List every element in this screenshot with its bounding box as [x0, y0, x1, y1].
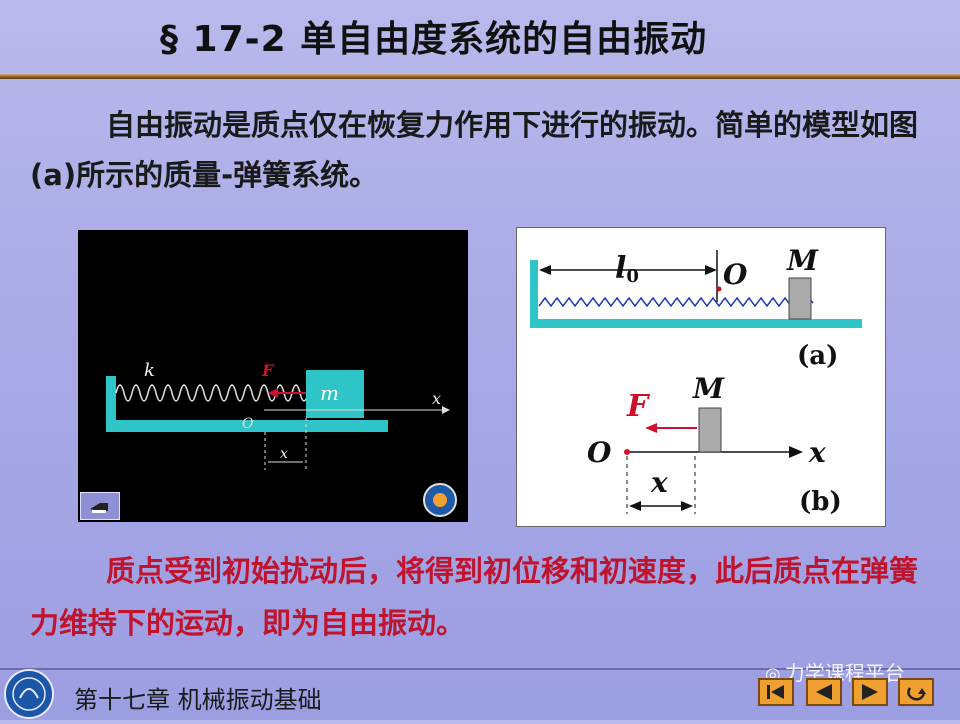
diagram-panel: l0 O M (a) F M O x x (b) [516, 227, 886, 527]
spring-animation-figure: k F m x O x [106, 360, 457, 517]
anim-label-m: m [320, 381, 339, 405]
diagram-a-label-M: M [786, 244, 819, 277]
diagram-b-label-O: O [587, 436, 612, 469]
intro-text: 自由振动是质点仅在恢复力作用下进行的振动。简单的模型如图(a)所示的质量-弹簧系… [30, 108, 919, 192]
previous-button[interactable] [806, 678, 842, 706]
first-page-icon [767, 685, 784, 699]
diagram-b-caption: (b) [799, 487, 842, 517]
chapter-label: 第十七章 机械振动基础 [74, 686, 322, 714]
next-button[interactable] [852, 678, 888, 706]
diagram-a-l0-arrow-left [539, 265, 551, 275]
diagram-b-label-x-disp: x [650, 466, 668, 499]
anim-label-x-disp: x [280, 446, 288, 462]
anim-label-x-axis: x [432, 389, 441, 408]
diagram-b-label-x-axis: x [808, 436, 826, 469]
diagram-a-O-point [716, 286, 722, 292]
anim-label-F: F [261, 361, 275, 380]
diagram-b-disp-arrow-right [681, 501, 693, 511]
play-icon[interactable] [80, 492, 120, 520]
diagram-b-label-F: F [626, 389, 651, 424]
diagram-a-mass [788, 277, 812, 320]
diagram-a-label-O: O [723, 258, 748, 291]
anim-x-arrowhead [442, 406, 450, 414]
diagram-a-base [530, 319, 862, 328]
intro-paragraph: 自由振动是质点仅在恢复力作用下进行的振动。简单的模型如图(a)所示的质量-弹簧系… [30, 100, 940, 200]
diagram-b-x-arrowhead [789, 446, 803, 458]
anim-label-O: O [242, 416, 254, 432]
first-page-button[interactable] [758, 678, 794, 706]
next-icon [862, 684, 878, 700]
diagram-b-disp-arrow-left [629, 501, 641, 511]
return-button[interactable] [898, 678, 934, 706]
diagram-b-O-point [624, 449, 630, 455]
diagram-b-force-arrowhead [645, 423, 657, 433]
explanation-text: 质点受到初始扰动后，将得到初位移和初速度，此后质点在弹簧力维持下的运动，即为自由… [30, 554, 919, 640]
diagram-a-caption: (a) [797, 341, 838, 371]
university-logo-icon [2, 668, 56, 720]
previous-icon [816, 684, 832, 700]
diagram-b-mass [698, 407, 722, 453]
explanation-paragraph: 质点受到初始扰动后，将得到初位移和初速度，此后质点在弹簧力维持下的运动，即为自由… [30, 545, 940, 649]
diagram-b-label-M: M [692, 372, 725, 405]
spring-animation-panel[interactable]: k F m x O x [78, 230, 468, 522]
diagram-a-spring [538, 296, 814, 308]
page-title: § 17-2 单自由度系统的自由振动 [160, 19, 708, 60]
return-icon [907, 687, 926, 701]
mass-spring-diagrams: l0 O M (a) F M O x x (b) [530, 244, 862, 517]
diagram-a-wall [530, 260, 538, 328]
title-divider [0, 74, 960, 79]
diagram-a-label-l0: l0 [615, 251, 639, 287]
diagram-a-l0-arrow-right [705, 265, 717, 275]
anim-label-k: k [144, 360, 155, 381]
